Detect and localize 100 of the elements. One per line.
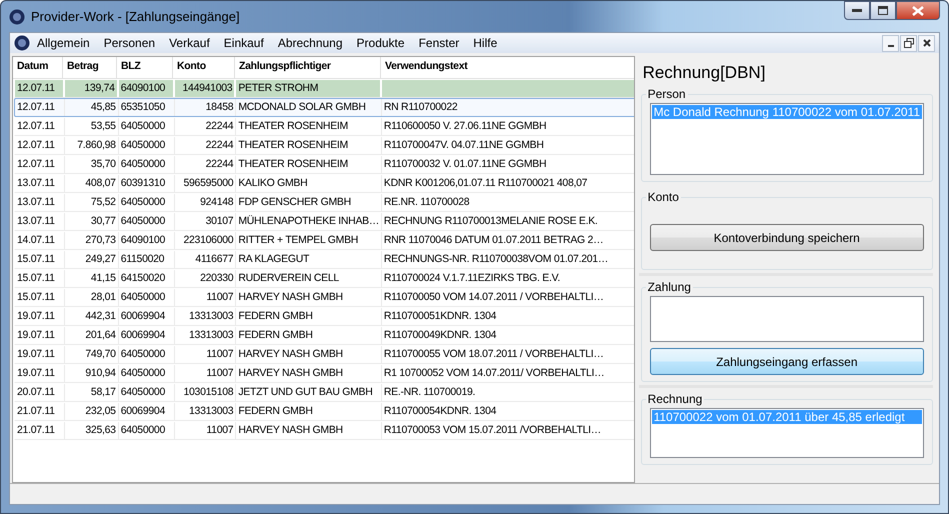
- menu-item[interactable]: Personen: [96, 36, 162, 50]
- panel-title: Rechnung[DBN]: [642, 62, 766, 84]
- restore-button[interactable]: [900, 34, 917, 52]
- table-cell: 18458: [174, 99, 236, 116]
- table-cell: 64150020: [118, 270, 175, 287]
- table-cell: R110700054KDNR. 1304: [382, 403, 634, 420]
- table-row[interactable]: 19.07.11 442,31 60069904 13313003 FEDERN GMBH R110700051KDNR. 1304: [14, 307, 634, 326]
- table-cell: R110700055 VOM 18.07.2011 / VORBEHALTLI…: [382, 346, 634, 363]
- table-cell: R110700047V. 04.07.11NE GGMBH: [382, 137, 634, 154]
- close-button[interactable]: [896, 1, 940, 20]
- table-row[interactable]: 20.07.11 58,17 64050000 103015108 JETZT UND GUT BAU GMBH RE.-NR. 110700019.: [14, 383, 634, 402]
- column-header[interactable]: BLZ: [117, 57, 173, 78]
- restore-icon: [904, 38, 914, 48]
- table-cell: R110700050 VOM 14.07.2011 / VORBEHALTLI…: [382, 289, 634, 306]
- column-header[interactable]: Betrag: [63, 57, 117, 78]
- table-cell: MCDONALD SOLAR GMBH: [236, 99, 382, 116]
- table-cell: RA KLAGEGUT: [236, 251, 382, 268]
- minimize-button[interactable]: [882, 34, 899, 52]
- menu-item[interactable]: Fenster: [412, 36, 466, 50]
- table-cell: RE.NR. 110700028: [382, 194, 634, 211]
- table-row[interactable]: 12.07.11 53,55 64050000 22244 THEATER ROSENHEIM R110600050 V. 27.06.11NE GGMBH: [14, 117, 634, 136]
- table-cell: 408,07: [64, 175, 119, 192]
- menu-item[interactable]: Allgemein: [30, 36, 97, 50]
- table-cell: 22244: [174, 156, 236, 173]
- table-row[interactable]: 12.07.11 35,70 64050000 22244 THEATER ROSENHEIM R110700032 V. 01.07.11NE GGMBH: [14, 155, 634, 174]
- table-cell: 12.07.11: [15, 80, 65, 97]
- table-row[interactable]: 15.07.11 249,27 61150020 4116677 RA KLAGEGUT RECHNUNGS-NR. R110700038VOM 01.07.201…: [14, 250, 634, 269]
- table-cell: 4116677: [174, 251, 236, 268]
- table-cell: FEDERN GMBH: [236, 403, 382, 420]
- table-cell: 64050000: [118, 289, 175, 306]
- close-button[interactable]: [918, 34, 935, 52]
- table-cell: HARVEY NASH GMBH: [236, 365, 382, 382]
- table-row[interactable]: 12.07.11 45,85 65351050 18458 MCDONALD SOLAR GMBH RN R110700022: [14, 98, 634, 117]
- table-row[interactable]: 21.07.11 232,05 60069904 13313003 FEDERN GMBH R110700054KDNR. 1304: [14, 402, 634, 421]
- table-row[interactable]: 14.07.11 270,73 64090100 223106000 RITTER + TEMPEL GMBH RNR 11070046 DATUM 01.07.2011 BETRAG 2…: [14, 231, 634, 250]
- table-cell: 325,63: [64, 422, 119, 439]
- table-cell: 20.07.11: [15, 384, 65, 401]
- menu-item[interactable]: Einkauf: [216, 36, 271, 50]
- table-cell: 64050000: [118, 137, 175, 154]
- maximize-button[interactable]: [870, 1, 896, 20]
- table-cell: 201,64: [64, 327, 119, 344]
- table-cell: 30,77: [64, 213, 119, 230]
- table-row[interactable]: 13.07.11 30,77 64050000 30107 MÜHLENAPOTHEKE INHAB… RECHNUNG R110700013MELANIE ROSE E.K.: [14, 212, 634, 231]
- table-cell: 11007: [174, 346, 236, 363]
- column-header[interactable]: Zahlungspflichtiger: [235, 57, 381, 78]
- table-row[interactable]: 19.07.11 749,70 64050000 11007 HARVEY NASH GMBH R110700055 VOM 18.07.2011 / VORBEHALTLI…: [14, 345, 634, 364]
- list-box[interactable]: [650, 296, 924, 342]
- table-cell: FDP GENSCHER GMBH: [236, 194, 382, 211]
- table-row[interactable]: 19.07.11 910,94 64050000 11007 HARVEY NASH GMBH R1 10700052 VOM 14.07.2011/ VORBEHALTLI…: [14, 364, 634, 383]
- table-row[interactable]: 12.07.11 7.860,98 64050000 22244 THEATER ROSENHEIM R110700047V. 04.07.11NE GGMBH: [14, 136, 634, 155]
- menu-item[interactable]: Abrechnung: [270, 36, 350, 50]
- table-cell: THEATER ROSENHEIM: [236, 118, 382, 135]
- table-row[interactable]: 13.07.11 75,52 64050000 924148 FDP GENSCHER GMBH RE.NR. 110700028: [14, 193, 634, 212]
- minimize-button[interactable]: [844, 1, 870, 20]
- table-cell: 103015108: [174, 384, 236, 401]
- table-row[interactable]: 15.07.11 28,01 64050000 11007 HARVEY NASH GMBH R110700050 VOM 14.07.2011 / VORBEHALTLI…: [14, 288, 634, 307]
- table-cell: MÜHLENAPOTHEKE INHAB…: [236, 213, 382, 230]
- table-cell: THEATER ROSENHEIM: [236, 137, 382, 154]
- table-cell: 220330: [174, 270, 236, 287]
- table-cell: HARVEY NASH GMBH: [236, 289, 382, 306]
- table-cell: JETZT UND GUT BAU GMBH: [236, 384, 382, 401]
- table-cell: 11007: [174, 422, 236, 439]
- table-cell: 13.07.11: [15, 175, 65, 192]
- column-header[interactable]: Konto: [173, 57, 235, 78]
- minimize-icon: [852, 8, 862, 12]
- table-row[interactable]: 15.07.11 41,15 64150020 220330 RUDERVEREIN CELL R110700024 V.1.7.11EZIRKS TBG. E.V.: [14, 269, 634, 288]
- table-cell: 60391310: [118, 175, 175, 192]
- table-cell: 7.860,98: [64, 137, 119, 154]
- table-cell: 232,05: [64, 403, 119, 420]
- column-header[interactable]: Verwendungstext: [381, 57, 634, 78]
- action-button[interactable]: Kontoverbindung speichern: [650, 224, 924, 251]
- table-cell: FEDERN GMBH: [236, 308, 382, 325]
- table-cell: 64090100: [118, 232, 175, 249]
- table-cell: RECHNUNGS-NR. R110700038VOM 01.07.201…: [382, 251, 634, 268]
- maximize-icon: [878, 6, 888, 15]
- group-label: Person: [646, 87, 687, 101]
- table-row[interactable]: 12.07.11 139,74 64090100 144941003 PETER STROHM: [14, 79, 634, 98]
- menu-item[interactable]: Hilfe: [466, 36, 504, 50]
- table-cell: 65351050: [118, 99, 175, 116]
- table-cell: 12.07.11: [15, 99, 65, 116]
- table-cell: 64050000: [118, 346, 175, 363]
- table-cell: 12.07.11: [15, 156, 65, 173]
- menu-item[interactable]: Verkauf: [162, 36, 217, 50]
- table-cell: KDNR K001206,01.07.11 R110700021 408,07: [382, 175, 634, 192]
- table-cell: 442,31: [64, 308, 119, 325]
- table-cell: 61150020: [118, 251, 175, 268]
- close-icon: [912, 6, 924, 16]
- menu-item[interactable]: Produkte: [350, 36, 412, 50]
- table-cell: 64090100: [118, 80, 175, 97]
- column-header[interactable]: Datum: [13, 57, 63, 78]
- table-cell: RNR 11070046 DATUM 01.07.2011 BETRAG 2…: [382, 232, 634, 249]
- table-cell: 13313003: [174, 403, 236, 420]
- table-cell: 22244: [174, 118, 236, 135]
- action-button[interactable]: Zahlungseingang erfassen: [650, 348, 924, 375]
- table-cell: 11007: [174, 289, 236, 306]
- table-cell: 15.07.11: [15, 251, 65, 268]
- table-cell: 249,27: [64, 251, 119, 268]
- table-row[interactable]: 19.07.11 201,64 60069904 13313003 FEDERN GMBH R110700049KDNR. 1304: [14, 326, 634, 345]
- table-row[interactable]: 21.07.11 325,63 64050000 11007 HARVEY NASH GMBH R110700053 VOM 15.07.2011 /VORBEHALTLI…: [14, 421, 634, 440]
- table-row[interactable]: 13.07.11 408,07 60391310 596595000 KALIKO GMBH KDNR K001206,01.07.11 R110700021 408,07: [14, 174, 634, 193]
